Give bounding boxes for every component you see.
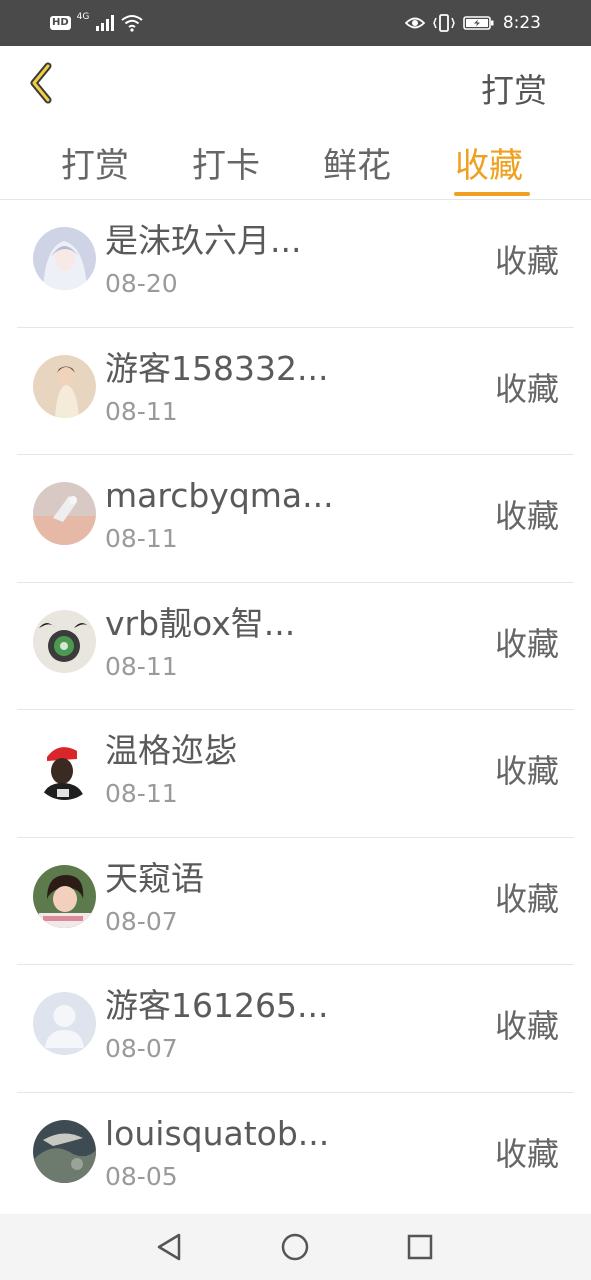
list-item[interactable]: 游客158332... 08-11 收藏 [17,328,574,455]
app-header: 打赏 [0,46,591,120]
list-item[interactable]: louisquatob... 08-05 收藏 [17,1093,574,1220]
list-item[interactable]: vrb靓ox智... 08-11 收藏 [17,583,574,710]
avatar [33,737,96,800]
item-type: 收藏 [494,497,559,535]
list-item[interactable]: marcbyqma... 08-11 收藏 [17,455,574,583]
user-name: 天窥语 [105,858,204,898]
item-type: 收藏 [494,242,559,280]
list-item[interactable]: 是沫玖六月... 08-20 收藏 [17,200,574,328]
item-type: 收藏 [494,1007,559,1045]
vibrate-icon [433,14,455,32]
avatar [33,227,96,290]
header-reward-button[interactable]: 打赏 [481,64,547,112]
network-type-label: 4G [76,12,90,22]
square-recents-icon [407,1234,433,1260]
user-name: 是沫玖六月... [105,221,302,260]
item-date: 08-05 [105,1161,178,1191]
user-name: 游客161265... [105,986,329,1025]
nav-back-button[interactable] [153,1231,185,1263]
item-date: 08-07 [105,1034,178,1063]
tab-reward[interactable]: 打赏 [61,138,129,187]
user-name: louisquatob... [105,1113,330,1153]
avatar [33,864,96,928]
user-name: vrb靓ox智... [105,603,296,643]
item-date: 08-11 [105,651,178,681]
item-date: 08-11 [105,779,178,808]
item-type: 收藏 [494,624,559,663]
status-time: 8:23 [502,13,541,33]
item-date: 08-07 [105,906,178,936]
item-type: 收藏 [494,879,559,918]
nav-home-button[interactable] [279,1231,311,1263]
triangle-back-icon [157,1233,181,1261]
item-type: 收藏 [494,1134,559,1173]
item-type: 收藏 [494,752,559,790]
avatar [33,1119,96,1183]
status-left: HD 4G [50,10,143,36]
item-date: 08-11 [105,396,178,426]
avatar [33,992,96,1055]
nav-recents-button[interactable] [404,1231,436,1263]
avatar [33,482,96,545]
favorites-list: 是沫玖六月... 08-20 收藏 游客158332... 08-11 收藏 m… [0,200,591,1220]
item-date: 08-20 [105,269,178,298]
list-item[interactable]: 游客161265... 08-07 收藏 [17,965,574,1093]
list-item[interactable]: 天窥语 08-07 收藏 [17,838,574,965]
battery-charging-icon [463,16,494,30]
user-name: 游客158332... [105,348,329,388]
signal-icon [96,15,115,31]
system-nav-bar [0,1214,591,1280]
avatar [33,609,96,673]
chevron-left-icon [30,62,52,104]
user-name: 温格迩毖 [105,731,237,770]
wifi-icon [121,15,143,32]
item-type: 收藏 [494,369,559,408]
list-item[interactable]: 温格迩毖 08-11 收藏 [17,710,574,838]
tab-favorites[interactable]: 收藏 [455,138,523,187]
back-button[interactable] [20,60,60,106]
tab-flowers[interactable]: 鲜花 [323,138,391,187]
tab-checkin[interactable]: 打卡 [192,138,260,187]
status-bar: HD 4G 8:23 [0,0,591,46]
eye-comfort-icon [404,17,425,29]
active-tab-indicator [454,192,530,196]
status-right: 8:23 [404,10,541,36]
user-name: marcbyqma... [105,476,334,515]
hd-badge: HD [50,16,71,30]
circle-home-icon [281,1233,309,1261]
tab-bar: 打赏 打卡 鲜花 收藏 [0,120,591,200]
avatar [33,354,96,418]
item-date: 08-11 [105,524,178,553]
